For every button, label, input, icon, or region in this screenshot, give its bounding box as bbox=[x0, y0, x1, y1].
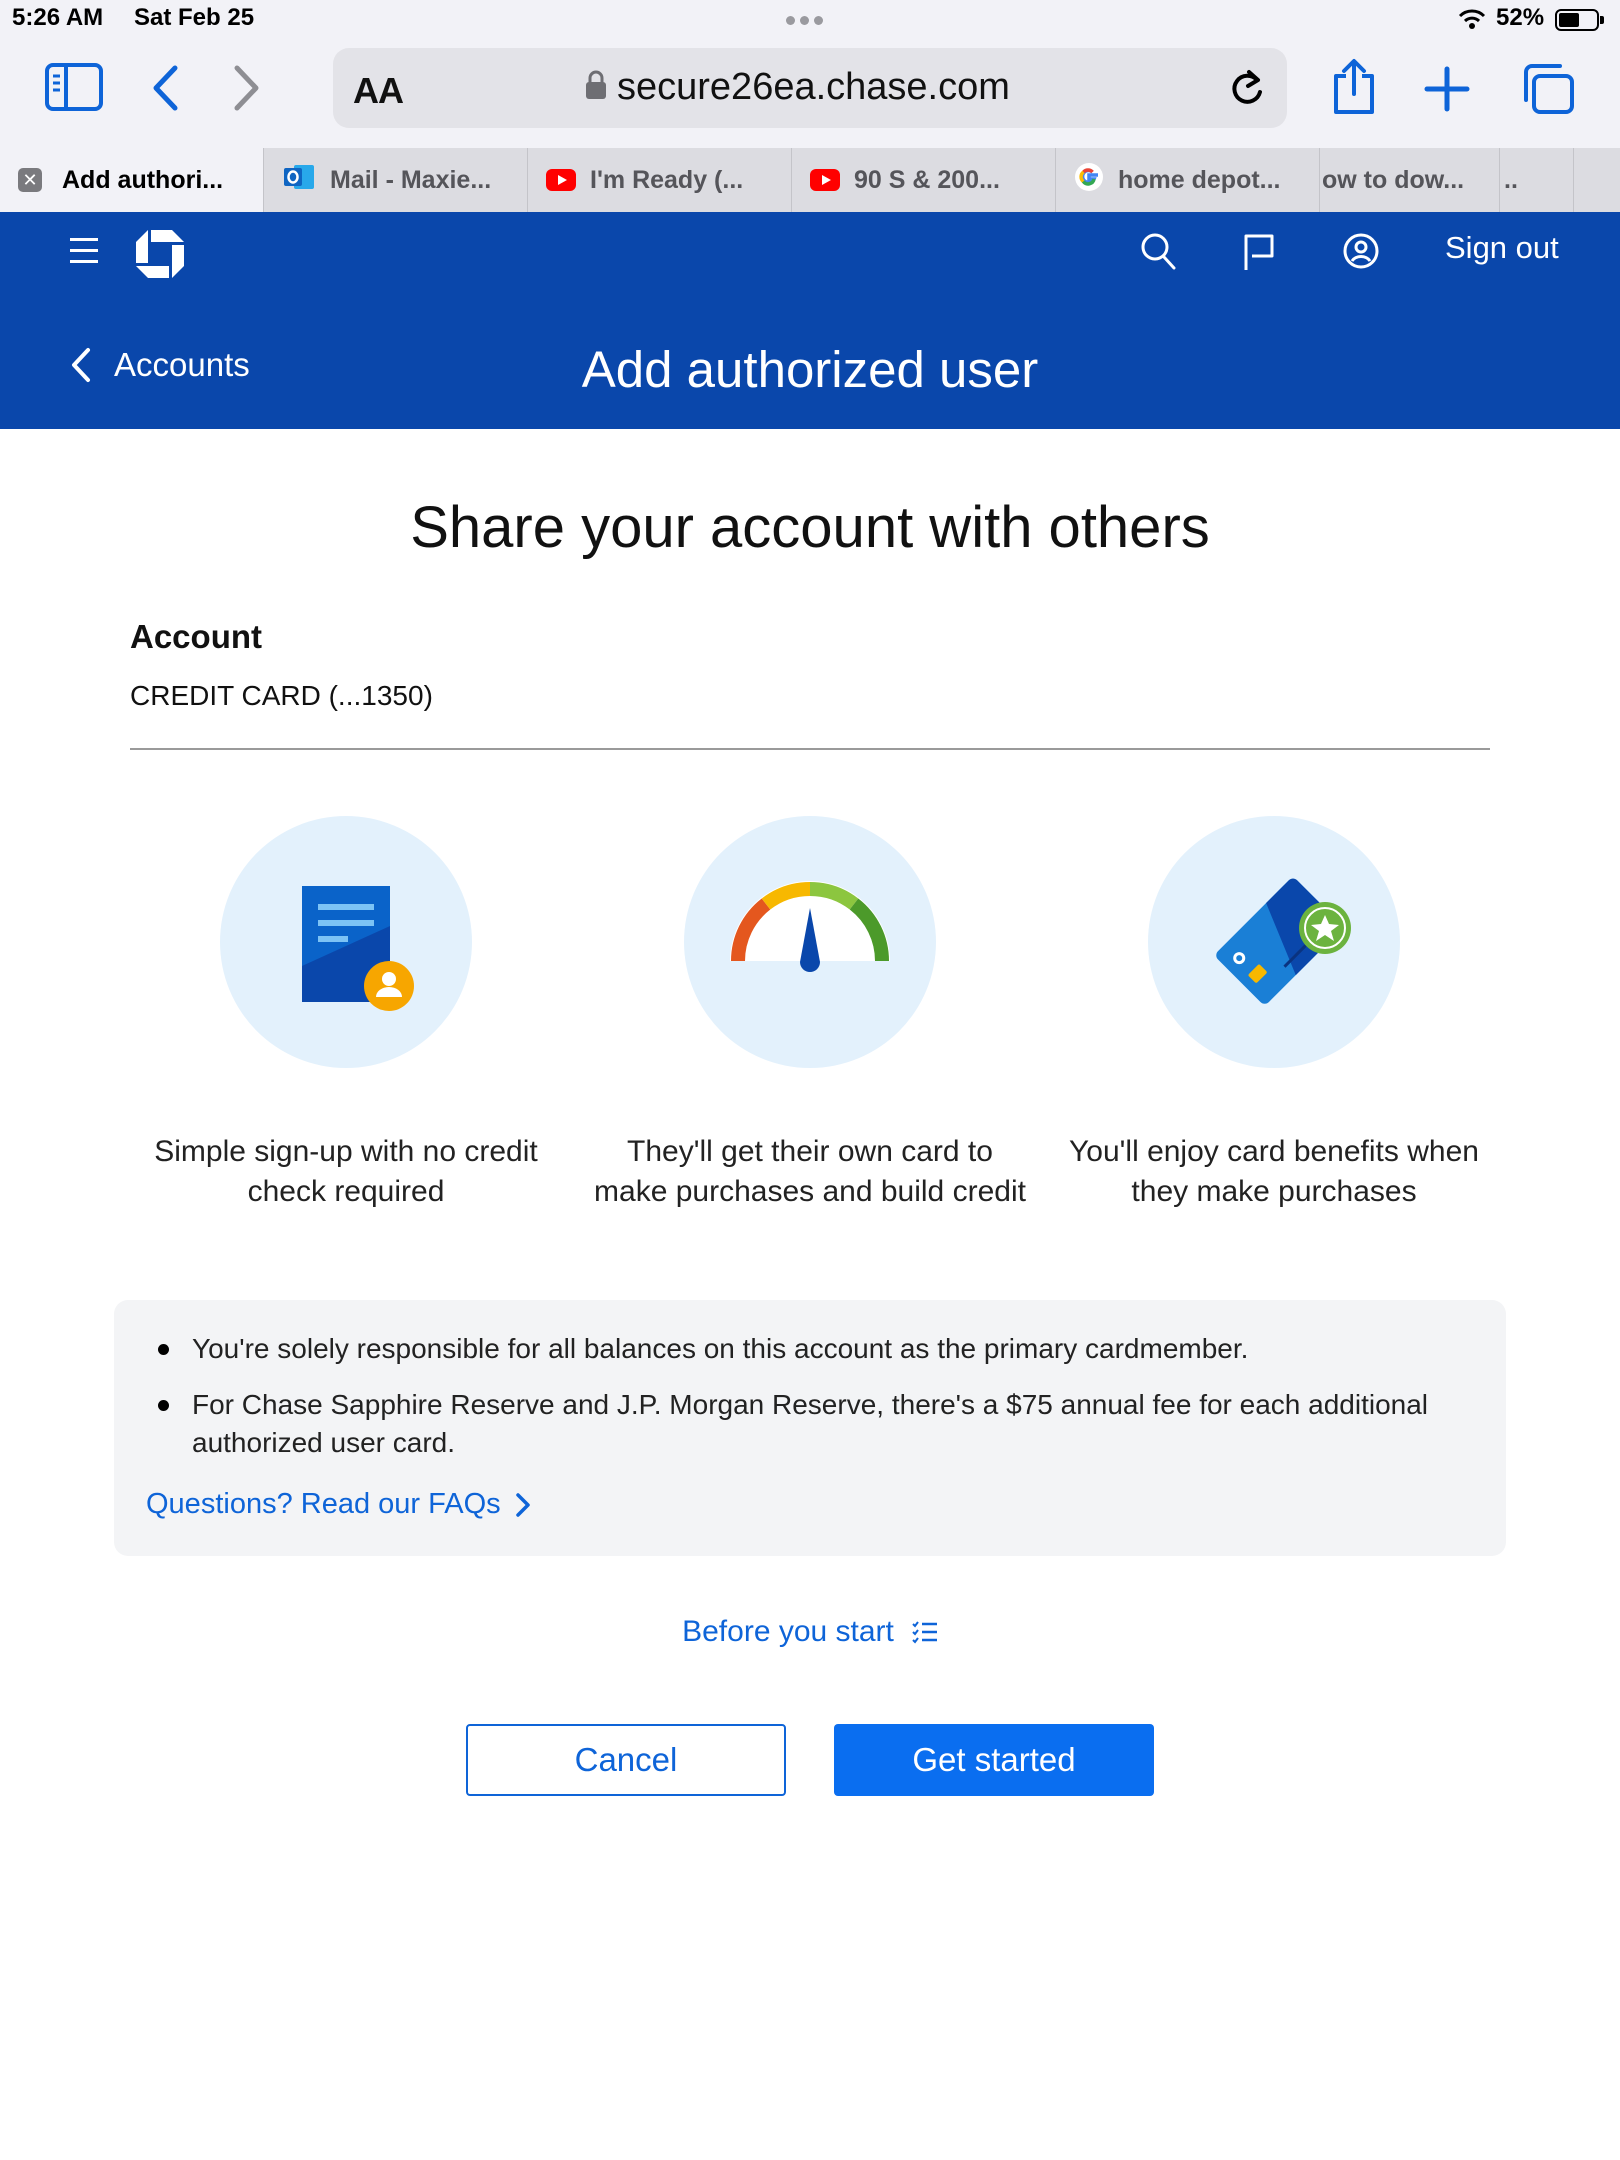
feature-caption: You'll enjoy card benefits when they mak… bbox=[1069, 1135, 1479, 1208]
page-title: Add authorized user bbox=[581, 341, 1039, 398]
info-box: You're solely responsible for all balanc… bbox=[114, 1300, 1506, 1556]
checklist-icon bbox=[912, 1621, 937, 1644]
feature-caption: They'll get their own card to make purch… bbox=[594, 1135, 1026, 1208]
reload-icon[interactable] bbox=[1227, 66, 1267, 115]
address-bar[interactable]: AA secure26ea.chase.com bbox=[333, 48, 1287, 128]
chase-logo[interactable] bbox=[134, 228, 186, 285]
tab-title: ow to dow... bbox=[1322, 165, 1465, 194]
status-bar: 5:26 AM Sat Feb 25 52% bbox=[0, 0, 1620, 40]
sign-out-link[interactable]: Sign out bbox=[1445, 230, 1559, 266]
tab-bar: ✕ Add authori... Mail - Maxie... I'm Rea… bbox=[0, 148, 1620, 212]
tab-title: I'm Ready (... bbox=[590, 165, 744, 194]
tab-add-authorized[interactable]: ✕ Add authori... bbox=[0, 148, 264, 212]
battery-icon bbox=[1555, 9, 1604, 31]
credit-gauge-icon bbox=[684, 816, 936, 1068]
sidebar-icon[interactable] bbox=[44, 62, 104, 112]
multitasking-dots-icon[interactable] bbox=[786, 12, 828, 30]
feature-item: You'll enjoy card benefits when they mak… bbox=[1054, 816, 1494, 1212]
youtube-icon bbox=[546, 169, 576, 191]
document-user-icon bbox=[220, 816, 472, 1068]
tab-title: 90 S & 200... bbox=[854, 165, 1000, 194]
lock-icon bbox=[585, 70, 607, 105]
tab-title: home depot... bbox=[1118, 165, 1281, 194]
new-tab-icon[interactable] bbox=[1424, 66, 1470, 112]
wifi-icon bbox=[1458, 8, 1486, 35]
feature-caption: Simple sign-up with no credit check requ… bbox=[154, 1135, 538, 1208]
feature-item: They'll get their own card to make purch… bbox=[590, 816, 1030, 1212]
feature-item: Simple sign-up with no credit check requ… bbox=[126, 816, 566, 1212]
url-text: secure26ea.chase.com bbox=[617, 66, 1010, 108]
tab-mail[interactable]: Mail - Maxie... bbox=[264, 148, 528, 212]
note-item: For Chase Sapphire Reserve and J.P. Morg… bbox=[144, 1386, 1464, 1462]
google-icon bbox=[1074, 162, 1104, 199]
text-size-button[interactable]: AA bbox=[353, 70, 404, 112]
flag-icon[interactable] bbox=[1242, 232, 1276, 277]
tab-overview-icon[interactable] bbox=[1520, 62, 1576, 116]
browser-toolbar: AA secure26ea.chase.com bbox=[0, 40, 1620, 148]
before-you-start-link[interactable]: Before you start bbox=[0, 1615, 1620, 1649]
tab-more[interactable]: .. bbox=[1500, 148, 1574, 212]
chevron-right-icon bbox=[515, 1492, 530, 1517]
menu-icon[interactable] bbox=[70, 238, 98, 271]
battery-percent: 52% bbox=[1496, 4, 1545, 31]
before-you-start-label: Before you start bbox=[682, 1615, 894, 1648]
outlook-icon bbox=[282, 163, 316, 198]
forward-icon[interactable] bbox=[232, 64, 262, 112]
account-value: CREDIT CARD (...1350) bbox=[130, 680, 433, 711]
tab-title: Add authori... bbox=[62, 165, 224, 194]
section-heading: Share your account with others bbox=[410, 495, 1210, 560]
tab-how-to[interactable]: ow to dow... bbox=[1320, 148, 1500, 212]
status-date: Sat Feb 25 bbox=[134, 4, 255, 31]
share-icon[interactable] bbox=[1330, 58, 1378, 116]
tab-im-ready[interactable]: I'm Ready (... bbox=[528, 148, 792, 212]
tab-title: .. bbox=[1504, 165, 1518, 194]
tab-90s[interactable]: 90 S & 200... bbox=[792, 148, 1056, 212]
get-started-button[interactable]: Get started bbox=[834, 1724, 1154, 1796]
divider bbox=[130, 748, 1490, 750]
chase-header: Sign out Accounts Add authorized user bbox=[0, 212, 1620, 429]
profile-icon[interactable] bbox=[1342, 232, 1380, 275]
cancel-button[interactable]: Cancel bbox=[466, 1724, 786, 1796]
back-icon[interactable] bbox=[150, 64, 180, 112]
status-time: 5:26 AM bbox=[12, 4, 104, 31]
note-item: You're solely responsible for all balanc… bbox=[144, 1330, 1464, 1368]
notes-list: You're solely responsible for all balanc… bbox=[144, 1330, 1464, 1480]
account-label: Account bbox=[130, 618, 262, 655]
card-star-icon bbox=[1148, 816, 1400, 1068]
close-icon[interactable]: ✕ bbox=[18, 168, 42, 192]
tab-title: Mail - Maxie... bbox=[330, 165, 492, 194]
faq-link-label: Questions? Read our FAQs bbox=[146, 1488, 501, 1520]
tab-home-depot[interactable]: home depot... bbox=[1056, 148, 1320, 212]
search-icon[interactable] bbox=[1140, 232, 1176, 275]
youtube-icon bbox=[810, 169, 840, 191]
faq-link[interactable]: Questions? Read our FAQs bbox=[146, 1488, 531, 1521]
